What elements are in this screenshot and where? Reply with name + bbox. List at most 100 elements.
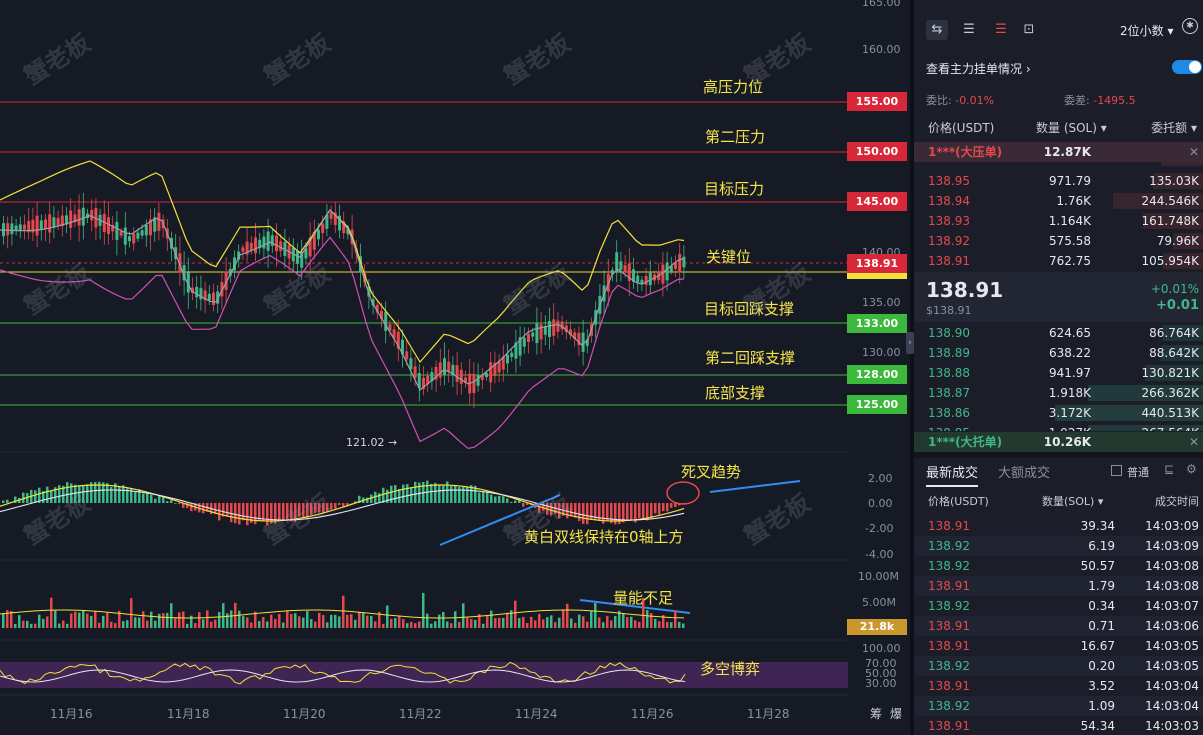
volume-tag: 21.8k bbox=[847, 619, 907, 635]
orderbook-both-view-icon[interactable]: ⇆ bbox=[926, 20, 948, 40]
trade-row[interactable]: 138.92 0.34 14:03:07 bbox=[914, 596, 1203, 616]
macd-bar bbox=[642, 503, 645, 520]
macd-bar bbox=[154, 498, 157, 503]
candle bbox=[48, 214, 52, 233]
main-orders-link[interactable]: 查看主力挂单情况 › bbox=[926, 60, 1031, 77]
trade-row[interactable]: 138.91 39.34 14:03:09 bbox=[914, 516, 1203, 536]
volume-bar bbox=[566, 603, 569, 628]
trade-row[interactable]: 138.91 3.52 14:03:04 bbox=[914, 676, 1203, 696]
candle bbox=[6, 223, 10, 236]
precision-select[interactable]: 2位小数 ▾ bbox=[1120, 22, 1174, 39]
trade-price: 138.91 bbox=[928, 519, 970, 533]
trade-quantity: 6.19 bbox=[1088, 539, 1115, 553]
settings-icon[interactable]: ✱ bbox=[1182, 18, 1198, 34]
volume-bar bbox=[82, 610, 85, 628]
trade-quantity: 3.52 bbox=[1088, 679, 1115, 693]
trade-row[interactable]: 138.91 1.79 14:03:08 bbox=[914, 576, 1203, 596]
header-amount[interactable]: 委托额 ▾ bbox=[1151, 118, 1197, 138]
header-quantity[interactable]: 数量 (SOL) ▾ bbox=[1036, 118, 1107, 138]
volume-bar bbox=[490, 610, 493, 628]
bid-row[interactable]: 138.89 638.22 88.642K bbox=[914, 343, 1203, 363]
trade-row[interactable]: 138.91 0.71 14:03:06 bbox=[914, 616, 1203, 636]
volume-bar bbox=[50, 597, 53, 628]
bid-row[interactable]: 138.90 624.65 86.764K bbox=[914, 323, 1203, 343]
bid-amount: 266.362K bbox=[1141, 386, 1200, 400]
candle bbox=[455, 365, 459, 382]
candle bbox=[140, 230, 144, 236]
candle bbox=[548, 321, 551, 337]
trade-row[interactable]: 138.92 6.19 14:03:09 bbox=[914, 536, 1203, 556]
ask-row[interactable]: 138.94 1.76K 244.546K bbox=[914, 191, 1203, 211]
trade-row[interactable]: 138.92 0.20 14:03:05 bbox=[914, 656, 1203, 676]
volume-bar bbox=[274, 618, 277, 628]
liquidation-button[interactable]: 爆 bbox=[890, 705, 902, 722]
trades-header-quantity[interactable]: 数量(SOL) ▾ bbox=[1042, 492, 1103, 512]
tab-large-trades[interactable]: 大额成交 bbox=[998, 462, 1050, 481]
annotation-second-resistance: 第二压力 bbox=[705, 128, 766, 146]
macd-bar bbox=[34, 490, 37, 503]
normal-checkbox[interactable] bbox=[1111, 465, 1122, 476]
bid-row[interactable]: 138.88 941.97 130.821K bbox=[914, 363, 1203, 383]
large-bid-banner[interactable]: 1***(大托单) 10.26K ✕ bbox=[914, 432, 1203, 452]
kline-chart[interactable]: 165.00 160.00 140.00 135.00 130.00 2.00 … bbox=[0, 0, 910, 735]
header-price: 价格(USDT) bbox=[928, 121, 995, 135]
candle bbox=[510, 352, 514, 357]
candle bbox=[405, 351, 409, 360]
orderbook-asks-view-icon[interactable]: ☰ bbox=[990, 20, 1012, 40]
volume-bar bbox=[570, 618, 573, 628]
ask-price: 138.93 bbox=[928, 214, 970, 228]
annotation-target-resistance: 目标压力 bbox=[704, 180, 765, 198]
large-ask-banner[interactable]: 1***(大压单) 12.87K ✕ bbox=[914, 142, 1203, 162]
macd-bar bbox=[630, 503, 633, 521]
main-orders-toggle[interactable] bbox=[1172, 60, 1202, 74]
trade-row[interactable]: 138.91 16.67 14:03:05 bbox=[914, 636, 1203, 656]
ask-row[interactable]: 138.93 1.164K 161.748K bbox=[914, 211, 1203, 231]
close-icon[interactable]: ✕ bbox=[1189, 142, 1199, 162]
volume-bar bbox=[318, 612, 321, 628]
filter-icon[interactable]: ⊑ bbox=[1164, 462, 1174, 476]
volume-bar bbox=[670, 622, 673, 628]
settings-icon[interactable]: ⚙ bbox=[1186, 462, 1197, 476]
collapse-handle[interactable]: › bbox=[906, 332, 914, 354]
orderbook-bids-view-icon[interactable]: ☰ bbox=[958, 20, 980, 40]
ratio-value: -0.01% bbox=[955, 94, 995, 107]
candle bbox=[447, 361, 451, 372]
date-label: 11月22 bbox=[399, 707, 442, 721]
volume-bar bbox=[506, 612, 509, 628]
macd-bar bbox=[342, 503, 345, 507]
volume-bar bbox=[278, 614, 281, 628]
section-divider bbox=[914, 452, 1203, 458]
close-icon[interactable]: ✕ bbox=[1189, 432, 1199, 452]
annotation-bottom-support: 底部支撑 bbox=[705, 384, 766, 402]
chip-distribution-button[interactable]: 筹 bbox=[870, 705, 882, 722]
ask-quantity: 1.164K bbox=[1048, 214, 1091, 228]
volume-bar bbox=[258, 621, 261, 628]
volume-bar bbox=[334, 614, 337, 628]
bid-row[interactable]: 138.86 3.172K 440.513K bbox=[914, 403, 1203, 423]
ask-row[interactable]: 138.95 971.79 135.03K bbox=[914, 171, 1203, 191]
large-ask-value: 12.87K bbox=[1043, 145, 1091, 159]
bid-row[interactable]: 138.85 1.927K 267.564K bbox=[914, 423, 1203, 431]
ask-row[interactable]: 138.91 762.75 105.954K bbox=[914, 251, 1203, 270]
macd-bar bbox=[226, 503, 229, 517]
volume-bar bbox=[650, 613, 653, 628]
candle bbox=[531, 332, 535, 337]
volume-bar bbox=[162, 613, 165, 628]
trade-row[interactable]: 138.92 1.09 14:03:04 bbox=[914, 696, 1203, 716]
volume-bar bbox=[454, 611, 457, 628]
trade-row[interactable]: 138.91 54.34 14:03:03 bbox=[914, 716, 1203, 735]
trade-quantity: 39.34 bbox=[1080, 519, 1115, 533]
candle bbox=[623, 265, 627, 273]
tab-latest-trades[interactable]: 最新成交 bbox=[926, 462, 979, 487]
candle bbox=[81, 207, 85, 226]
macd-bar bbox=[458, 487, 461, 503]
candle bbox=[329, 212, 333, 219]
candle bbox=[321, 223, 325, 234]
macd-bar bbox=[654, 503, 657, 514]
depth-chart-icon[interactable]: ⊡ bbox=[1018, 20, 1040, 40]
ask-row[interactable]: 138.92 575.58 79.96K bbox=[914, 231, 1203, 251]
volume-bar bbox=[2, 613, 5, 628]
bid-price: 138.86 bbox=[928, 406, 970, 420]
trade-row[interactable]: 138.92 50.57 14:03:08 bbox=[914, 556, 1203, 576]
bid-row[interactable]: 138.87 1.918K 266.362K bbox=[914, 383, 1203, 403]
